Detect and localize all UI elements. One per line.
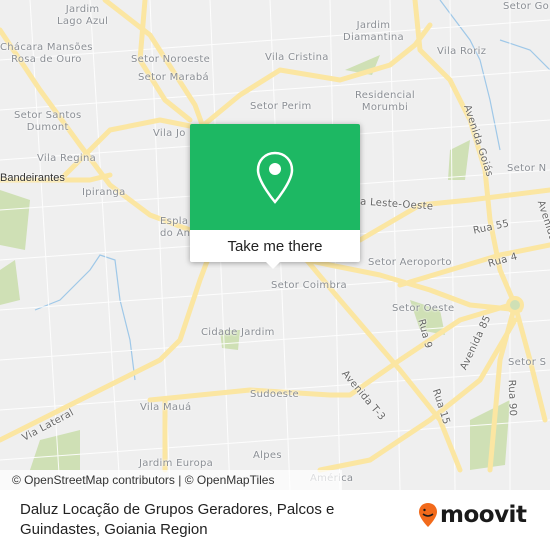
- map-label: Ipiranga: [82, 187, 126, 198]
- map-label: Espla do An: [160, 216, 191, 239]
- map-label: Jardim Europa: [139, 458, 214, 469]
- map-label: Vila Roriz: [437, 46, 487, 57]
- map-label: Sudoeste: [250, 389, 299, 400]
- map-label: Setor Santos Dumont: [14, 110, 82, 133]
- map-label: Setor Coimbra: [271, 280, 347, 291]
- map-label: Setor Perim: [250, 101, 312, 112]
- map-label: Setor S: [508, 357, 547, 368]
- map-view[interactable]: Jardim Lago Azul Chácara Mansões Rosa de…: [0, 0, 550, 490]
- map-label: Setor Go: [503, 1, 550, 12]
- map-label: Setor Noroeste: [131, 54, 211, 65]
- moovit-wordmark: moovit: [440, 502, 527, 528]
- moovit-pin-icon: [419, 503, 437, 527]
- map-label: Cidade Jardim: [201, 327, 275, 338]
- map-label: Chácara Mansões Rosa de Ouro: [0, 42, 93, 65]
- map-attribution[interactable]: © OpenStreetMap contributors | © OpenMap…: [0, 470, 342, 490]
- popup-pointer: [266, 262, 280, 269]
- road-label: Rua 90: [505, 379, 518, 417]
- map-pin-icon: [256, 151, 294, 204]
- roundabout: [506, 296, 524, 314]
- map-label: Residencial Morumbi: [355, 90, 415, 113]
- popup-header: [190, 124, 360, 230]
- map-label: Alpes: [253, 450, 282, 461]
- map-label: Vila Jo: [153, 128, 186, 139]
- map-label: Bandeirantes: [0, 172, 65, 184]
- map-label: Vila Cristina: [265, 52, 329, 63]
- take-me-there-button[interactable]: Take me there: [190, 230, 360, 262]
- map-label: Vila Mauá: [140, 402, 192, 413]
- map-label: Setor N: [507, 163, 547, 174]
- place-title: Daluz Locação de Grupos Geradores, Palco…: [20, 501, 335, 538]
- map-label: Jardim Diamantina: [343, 20, 404, 43]
- map-label: Setor Aeroporto: [368, 257, 452, 268]
- location-popup: Take me there: [190, 124, 360, 269]
- map-label: Jardim Lago Azul: [57, 4, 109, 27]
- moovit-logo[interactable]: moovit: [418, 502, 527, 528]
- map-label: Setor Oeste: [392, 303, 455, 314]
- map-label: Vila Regina: [37, 153, 97, 164]
- map-label: Setor Marabá: [138, 72, 209, 83]
